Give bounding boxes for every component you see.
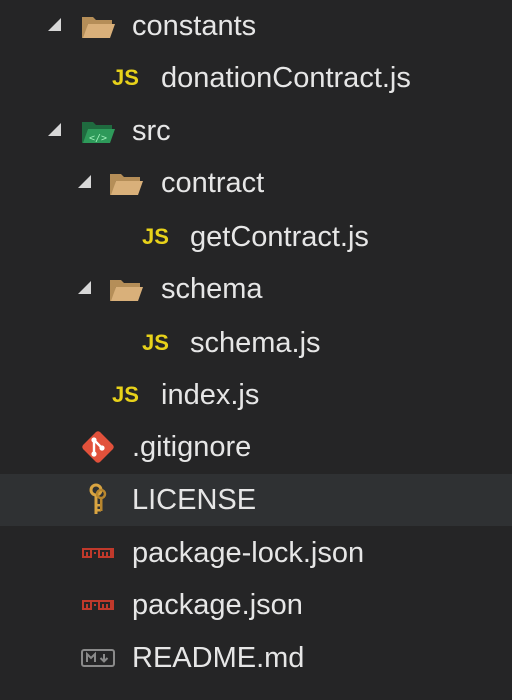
tree-item-gitignore[interactable]: .gitignore — [0, 421, 512, 473]
tree-item-schema[interactable]: schema — [0, 263, 512, 315]
javascript-file-icon: JS — [142, 330, 169, 355]
folder-open-icon — [108, 271, 144, 307]
tree-item-package-lock-json[interactable]: package-lock.json — [0, 527, 512, 579]
tree-item-label: constants — [132, 10, 257, 42]
tree-item-label: index.js — [161, 379, 260, 411]
tree-item-label: .gitignore — [132, 431, 252, 463]
tree-item-package-json[interactable]: package.json — [0, 579, 512, 631]
tree-item-label: contract — [161, 167, 265, 199]
tree-item-donationcontract-js[interactable]: JS donationContract.js — [0, 52, 512, 104]
chevron-expanded-icon[interactable] — [48, 123, 61, 136]
tree-item-label: schema.js — [190, 327, 321, 359]
folder-src-open-icon: </> — [80, 113, 116, 149]
git-icon — [80, 429, 116, 465]
tree-item-index-js[interactable]: JS index.js — [0, 369, 512, 421]
javascript-file-icon: JS — [142, 224, 169, 249]
tree-item-label: package-lock.json — [132, 537, 365, 569]
tree-item-label: package.json — [132, 589, 303, 621]
tree-item-constants[interactable]: constants — [0, 0, 512, 52]
tree-item-label: schema — [161, 273, 263, 305]
tree-item-src[interactable]: </> src — [0, 105, 512, 157]
javascript-file-icon: JS — [112, 65, 139, 90]
npm-icon — [80, 535, 116, 571]
file-explorer-tree: constants JS donationContract.js </> src… — [0, 0, 512, 700]
folder-open-icon — [108, 165, 144, 201]
markdown-icon — [80, 640, 116, 676]
tree-item-label: README.md — [132, 642, 305, 674]
chevron-expanded-icon[interactable] — [78, 175, 91, 188]
tree-item-readme-md[interactable]: README.md — [0, 632, 512, 684]
tree-item-label: LICENSE — [132, 484, 257, 516]
folder-open-icon — [80, 8, 116, 44]
tree-item-label: donationContract.js — [161, 62, 411, 94]
npm-icon — [80, 587, 116, 623]
tree-item-getcontract-js[interactable]: JS getContract.js — [0, 211, 512, 263]
chevron-expanded-icon[interactable] — [78, 281, 91, 294]
license-key-icon — [80, 482, 116, 518]
tree-item-label: src — [132, 115, 171, 147]
tree-item-contract[interactable]: contract — [0, 157, 512, 209]
javascript-file-icon: JS — [112, 382, 139, 407]
tree-item-license[interactable]: LICENSE — [0, 474, 512, 526]
svg-text:</>: </> — [89, 133, 107, 144]
tree-item-label: getContract.js — [190, 221, 369, 253]
tree-item-schema-js[interactable]: JS schema.js — [0, 317, 512, 369]
chevron-expanded-icon[interactable] — [48, 18, 61, 31]
